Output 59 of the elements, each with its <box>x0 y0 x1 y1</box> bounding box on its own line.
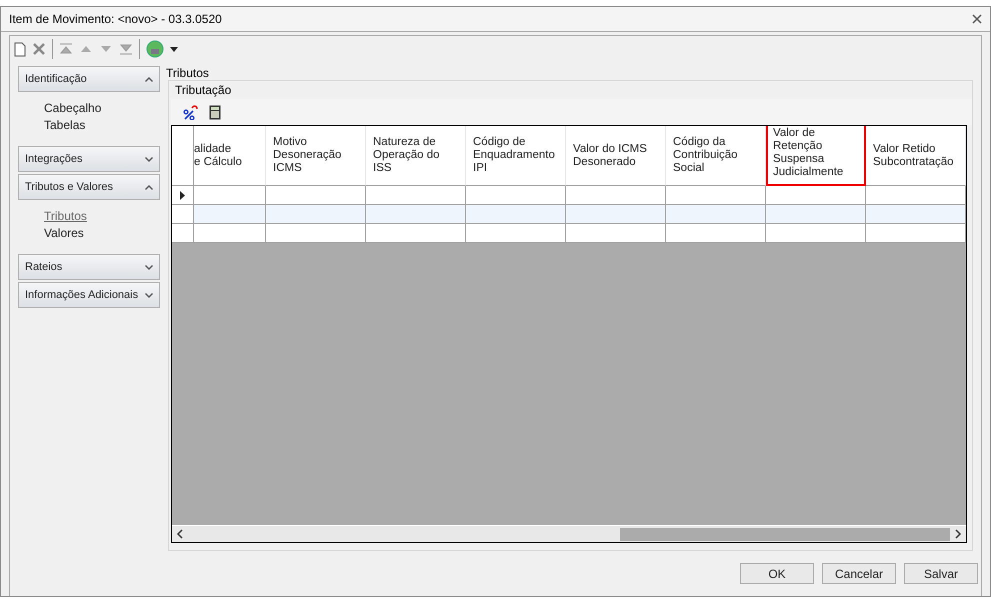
table-cell[interactable] <box>466 224 566 243</box>
sidebar-link[interactable]: Valores <box>44 226 84 240</box>
table-cell[interactable] <box>366 205 466 224</box>
table-cell[interactable] <box>194 224 266 243</box>
table-cell[interactable] <box>866 224 966 243</box>
table-cell[interactable] <box>766 205 866 224</box>
chevron-down-icon <box>145 156 153 162</box>
table-cell[interactable] <box>566 186 666 205</box>
table-cell[interactable] <box>766 224 866 243</box>
sidebar-link[interactable]: Tributos <box>44 209 87 223</box>
table-cell[interactable] <box>266 186 366 205</box>
up-arrow-icon[interactable] <box>79 44 93 54</box>
section-title: Tributos <box>166 66 210 80</box>
delete-icon[interactable] <box>32 42 46 56</box>
sidebar-link[interactable]: Cabeçalho <box>44 101 102 115</box>
globe-icon[interactable] <box>146 40 164 58</box>
dialog-button[interactable]: OK <box>740 563 814 584</box>
sidebar-group-header[interactable]: Informações Adicionais <box>18 282 160 308</box>
table-cell[interactable] <box>366 186 466 205</box>
scrollbar-thumb[interactable] <box>620 528 950 541</box>
group-title: Tributação <box>175 83 232 97</box>
table-cell[interactable] <box>666 186 766 205</box>
table-cell[interactable] <box>666 224 766 243</box>
table-cell[interactable] <box>566 224 666 243</box>
window-title: Item de Movimento: <novo> - 03.3.0520 <box>9 12 222 26</box>
column-header[interactable]: Valor de Retenção Suspensa Judicialmente <box>766 126 866 186</box>
table-cell[interactable] <box>666 205 766 224</box>
table-cell[interactable] <box>866 186 966 205</box>
dialog-button[interactable]: Salvar <box>904 563 978 584</box>
table-cell[interactable] <box>466 205 566 224</box>
chevron-up-icon <box>145 76 153 82</box>
chevron-up-icon <box>145 184 153 190</box>
caret-icon[interactable] <box>170 46 178 52</box>
table-cell[interactable] <box>266 205 366 224</box>
table-cell[interactable] <box>266 224 366 243</box>
row-header[interactable] <box>172 186 194 205</box>
table-cell[interactable] <box>566 205 666 224</box>
table-cell[interactable] <box>366 224 466 243</box>
table-cell[interactable] <box>766 186 866 205</box>
sidebar-group-header[interactable]: Identificação <box>18 66 160 92</box>
table-cell[interactable] <box>194 205 266 224</box>
first-record-icon[interactable] <box>59 43 73 55</box>
row-pointer-icon <box>180 190 185 200</box>
chevron-down-icon <box>145 264 153 270</box>
last-record-icon[interactable] <box>119 43 133 55</box>
sidebar-group-header[interactable]: Integrações <box>18 146 160 172</box>
new-document-icon[interactable] <box>14 42 26 56</box>
sidebar-link[interactable]: Tabelas <box>44 118 86 132</box>
calculator-icon[interactable] <box>209 104 221 120</box>
table-cell[interactable] <box>466 186 566 205</box>
chevron-down-icon <box>145 292 153 298</box>
close-icon[interactable] <box>972 14 982 24</box>
table-cell[interactable] <box>194 186 266 205</box>
sidebar-group-header[interactable]: Rateios <box>18 254 160 280</box>
percent-icon[interactable] <box>183 104 199 120</box>
sidebar-group-header[interactable]: Tributos e Valores <box>18 174 160 200</box>
down-arrow-icon[interactable] <box>99 44 113 54</box>
dialog-button[interactable]: Cancelar <box>822 563 896 584</box>
table-cell[interactable] <box>866 205 966 224</box>
